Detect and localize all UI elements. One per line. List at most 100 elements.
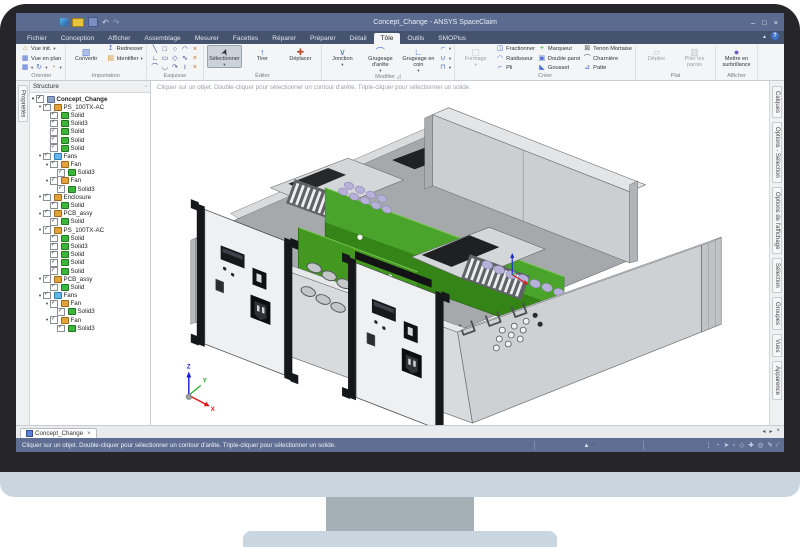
checkbox[interactable] xyxy=(50,202,58,210)
tree-item-ps-100tx-ac[interactable]: ▾PS_100TX-AC xyxy=(30,226,150,234)
tab-r-parer[interactable]: Réparer xyxy=(265,33,303,44)
box-select-icon[interactable]: ▫ xyxy=(733,442,735,449)
checkbox[interactable] xyxy=(50,144,58,152)
checkbox[interactable] xyxy=(57,325,65,333)
tab-fichier[interactable]: Fichier xyxy=(20,33,54,44)
perspective-icon[interactable]: ◔ xyxy=(49,64,57,72)
tree-item-fan[interactable]: ▾Fan xyxy=(30,300,150,308)
plier-les-parois-button[interactable]: ▥Plier les parois xyxy=(677,45,712,70)
redresser-button[interactable]: ↥Redresser xyxy=(107,45,143,53)
app-icon[interactable] xyxy=(60,18,68,26)
checkbox[interactable] xyxy=(43,104,51,112)
checkbox[interactable] xyxy=(50,112,58,120)
panel-tab-options-s-lection[interactable]: Options - Sélection xyxy=(772,122,782,183)
minimize-button[interactable]: – xyxy=(751,18,755,27)
tree-item-solid[interactable]: Solid xyxy=(30,218,150,226)
panel-tab-propri-t-s[interactable]: Propriétés xyxy=(18,85,28,122)
tree-item-solid3[interactable]: Solid3 xyxy=(30,324,150,332)
formage-button[interactable]: ▢Formage▾ xyxy=(458,45,493,68)
mettre-en-surbrillance-button[interactable]: ●Mettre en surbrillance xyxy=(719,45,754,70)
checkbox[interactable] xyxy=(57,308,65,316)
rotation-vue-icon[interactable]: ↻ xyxy=(35,64,43,72)
checkbox[interactable] xyxy=(43,275,51,283)
document-close-icon[interactable]: × xyxy=(87,431,91,437)
save-icon[interactable] xyxy=(88,17,98,27)
tree-item-solid[interactable]: Solid xyxy=(30,128,150,136)
vue-en-plan-button[interactable]: ▦Vue en plan xyxy=(21,54,62,62)
tab-facettes[interactable]: Facettes xyxy=(226,33,265,44)
tree-item-concept-change[interactable]: ▾Concept_Change xyxy=(30,95,150,103)
measure-icon[interactable]: ✎ xyxy=(767,441,772,449)
sketch-circle-icon[interactable]: ○ xyxy=(170,46,180,55)
checkbox[interactable] xyxy=(50,177,58,185)
sketch-split-icon[interactable]: × xyxy=(190,55,200,64)
tree-item-ps-100tx-ac[interactable]: ▾PS_100TX-AC xyxy=(30,103,150,111)
chassis-model[interactable] xyxy=(191,108,721,425)
plan-view-icon[interactable]: ◇ xyxy=(739,441,744,449)
collapse-ribbon-icon[interactable]: ▴ xyxy=(763,33,766,40)
sketch-line-icon[interactable]: ╲ xyxy=(150,46,160,55)
tree-item-solid[interactable]: Solid xyxy=(30,259,150,267)
tree-item-solid[interactable]: Solid xyxy=(30,234,150,242)
tree-item-solid[interactable]: Solid xyxy=(30,111,150,119)
gousset-button[interactable]: ◣Gousset xyxy=(538,64,580,72)
checkbox[interactable] xyxy=(50,251,58,259)
tab-close[interactable]: × xyxy=(776,428,780,435)
tree-item-solid3[interactable]: Solid3 xyxy=(30,120,150,128)
checkbox[interactable] xyxy=(50,161,58,169)
modifier-bord-icon[interactable]: ⌐ xyxy=(439,45,447,53)
checkbox[interactable] xyxy=(43,292,51,300)
tab-afficher[interactable]: Afficher xyxy=(101,33,137,44)
sketch-rectangle-icon[interactable]: □ xyxy=(160,46,170,55)
open-icon[interactable] xyxy=(72,18,84,27)
panel-tab-options-de-l-affichage[interactable]: Options de l'affichage xyxy=(772,187,782,254)
select-cursor-icon[interactable]: ➤ xyxy=(724,441,729,449)
status-warning-widget[interactable]: ▲ ▾ xyxy=(541,442,637,449)
tree-item-solid[interactable]: Solid xyxy=(30,144,150,152)
sketch-polyline-icon[interactable]: ∟ xyxy=(150,55,160,64)
checkbox[interactable] xyxy=(50,300,58,308)
checkbox[interactable] xyxy=(36,95,44,103)
marqueur-button[interactable]: +Marqueur xyxy=(538,45,580,53)
tab-d-tail[interactable]: Détail xyxy=(343,33,374,44)
convertir-button[interactable]: ▧Convertir xyxy=(69,45,104,64)
raidisseur-button[interactable]: ◠Raidisseur xyxy=(496,54,535,62)
model-viewport[interactable]: Cliquer sur un objet. Double-cliquer pou… xyxy=(151,81,769,425)
spin-view-icon[interactable]: ◔ xyxy=(716,442,720,449)
tree-item-enclosure[interactable]: ▾Enclosure xyxy=(30,193,150,201)
deplacer-button[interactable]: ✚Déplacer xyxy=(283,45,318,64)
checkbox[interactable] xyxy=(50,243,58,251)
redo-icon[interactable]: ↷ xyxy=(113,18,120,27)
tree-item-solid3[interactable]: Solid3 xyxy=(30,169,150,177)
tab-assemblage[interactable]: Assemblage xyxy=(137,33,187,44)
sketch-curve-icon[interactable]: ≀ xyxy=(180,64,190,73)
tab-pr-parer[interactable]: Préparer xyxy=(303,33,343,44)
modifier-decoupe-icon[interactable]: ⊓ xyxy=(439,64,447,72)
checkbox[interactable] xyxy=(50,235,58,243)
checkbox[interactable] xyxy=(43,210,51,218)
tab-outils[interactable]: Outils xyxy=(400,33,431,44)
checkbox[interactable] xyxy=(43,226,51,234)
tree-item-solid[interactable]: Solid xyxy=(30,251,150,259)
help-icon[interactable]: ? xyxy=(771,32,779,40)
sketch-arc-icon[interactable]: ◠ xyxy=(180,46,190,55)
tirer-button[interactable]: ↑Tirer xyxy=(245,45,280,64)
sketch-spline-icon[interactable]: ∿ xyxy=(180,55,190,64)
checkbox[interactable] xyxy=(50,218,58,226)
tab-mesurer[interactable]: Mesurer xyxy=(188,33,226,44)
jonction-button[interactable]: ∨Jonction▾ xyxy=(325,45,360,68)
checkbox[interactable] xyxy=(50,136,58,144)
status-overflow-icon[interactable]: ⋮ xyxy=(705,441,712,449)
tab-scroll-left[interactable]: ◂ xyxy=(762,428,765,435)
tree-item-solid3[interactable]: Solid3 xyxy=(30,185,150,193)
checkbox[interactable] xyxy=(57,169,65,177)
checkbox[interactable] xyxy=(50,316,58,324)
tree-item-fans[interactable]: ▾Fans xyxy=(30,152,150,160)
checkbox[interactable] xyxy=(50,284,58,292)
panel-tab-calques[interactable]: Calques xyxy=(772,86,782,118)
sketch-tangent-arc-icon[interactable]: ⌒ xyxy=(150,64,160,73)
panel-tab-groupes[interactable]: Groupes xyxy=(772,297,782,330)
checkbox[interactable] xyxy=(50,259,58,267)
tree-item-solid[interactable]: Solid xyxy=(30,201,150,209)
tree-item-solid3[interactable]: Solid3 xyxy=(30,308,150,316)
